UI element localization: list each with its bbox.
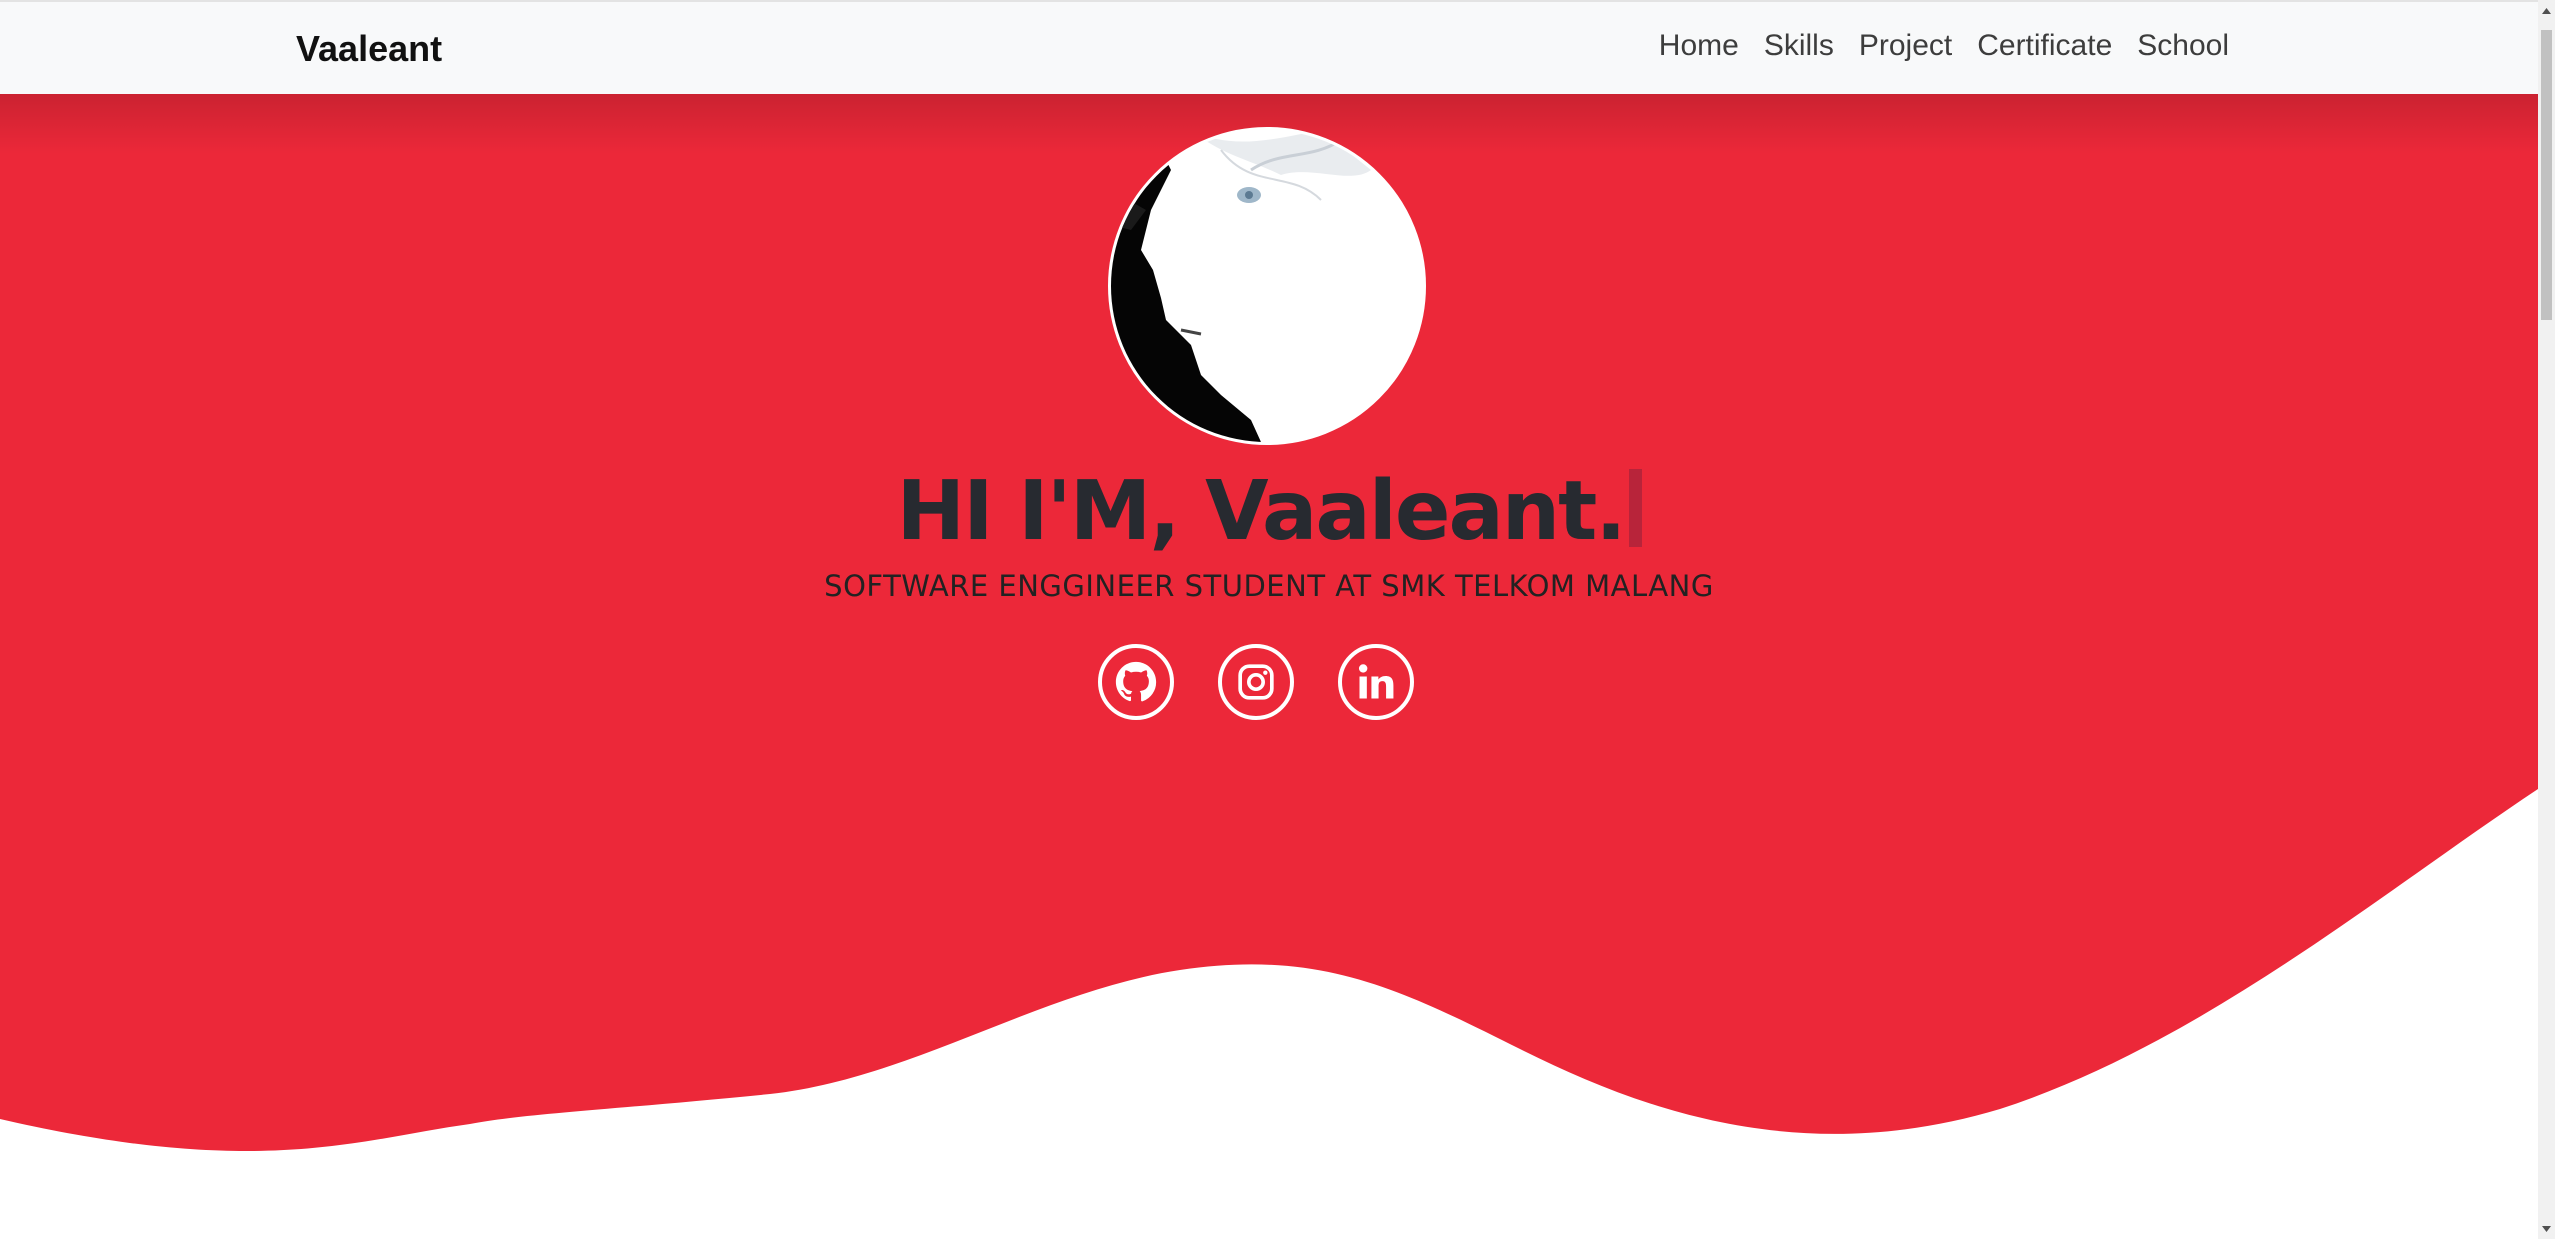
navbar: Vaaleant Home Skills Project Certificate… bbox=[0, 0, 2538, 94]
social-links bbox=[1098, 644, 1414, 720]
scroll-down-arrow-icon[interactable] bbox=[2538, 1220, 2555, 1237]
instagram-link[interactable] bbox=[1218, 644, 1294, 720]
page: Vaaleant Home Skills Project Certificate… bbox=[0, 0, 2555, 1239]
scroll-up-arrow-icon[interactable] bbox=[2538, 2, 2555, 19]
linkedin-icon bbox=[1358, 664, 1394, 699]
avatar-image bbox=[1111, 130, 1423, 442]
linkedin-link[interactable] bbox=[1338, 644, 1414, 720]
hero-section: HI I'M, Vaaleant. SOFTWARE ENGGINEER STU… bbox=[0, 94, 2538, 1239]
brand-logo[interactable]: Vaaleant bbox=[296, 28, 442, 70]
github-link[interactable] bbox=[1098, 644, 1174, 720]
hero-headline: HI I'M, Vaaleant. bbox=[0, 462, 2538, 562]
scrollbar-thumb[interactable] bbox=[2541, 30, 2552, 320]
page-scrollbar[interactable] bbox=[2538, 0, 2555, 1239]
nav-links: Home Skills Project Certificate School bbox=[1634, 29, 2229, 63]
github-icon bbox=[1115, 661, 1157, 702]
nav-link-skills[interactable]: Skills bbox=[1764, 29, 1834, 63]
nav-link-project[interactable]: Project bbox=[1859, 29, 1952, 63]
instagram-icon bbox=[1238, 664, 1274, 700]
nav-link-school[interactable]: School bbox=[2137, 29, 2229, 63]
typing-cursor bbox=[1628, 469, 1642, 547]
headline-text: HI I'M, Vaaleant. bbox=[896, 464, 1626, 559]
nav-link-home[interactable]: Home bbox=[1659, 29, 1739, 63]
hero-subtitle: SOFTWARE ENGGINEER STUDENT AT SMK TELKOM… bbox=[824, 569, 1714, 603]
nav-link-certificate[interactable]: Certificate bbox=[1977, 29, 2112, 63]
profile-avatar bbox=[1108, 127, 1426, 445]
